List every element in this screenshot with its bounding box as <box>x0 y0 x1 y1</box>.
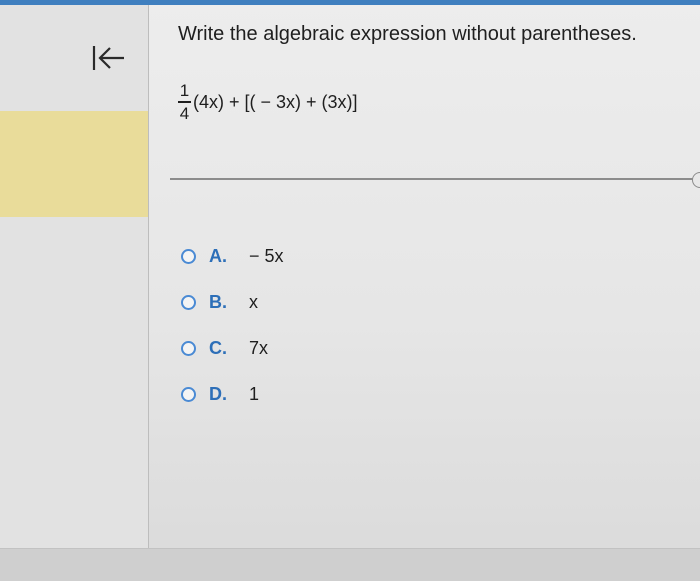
option-letter: D. <box>209 383 227 404</box>
expression-remainder: (4x) + [( − 3x) + (3x)] <box>193 91 358 112</box>
fraction-numerator: 1 <box>179 81 190 101</box>
option-c[interactable]: C. 7x <box>181 336 284 360</box>
option-d[interactable]: D. 1 <box>181 382 284 406</box>
fraction-one-quarter: 1 4 <box>178 82 191 122</box>
first-page-button[interactable] <box>86 42 130 78</box>
option-letter: A. <box>209 245 227 266</box>
fraction-denominator: 4 <box>179 103 190 123</box>
option-letter: B. <box>209 291 227 312</box>
radio-option-a[interactable] <box>181 248 196 264</box>
panel-divider <box>148 5 149 548</box>
left-panel-highlight <box>0 111 148 217</box>
answer-divider <box>170 178 694 180</box>
divider-handle[interactable] <box>692 172 700 188</box>
answer-options: A. − 5x B. x C. 7x D. 1 <box>181 244 284 428</box>
first-page-icon <box>88 43 128 78</box>
option-b[interactable]: B. x <box>181 290 284 314</box>
option-text: x <box>249 291 258 312</box>
bottom-bar <box>0 548 700 581</box>
question-prompt: Write the algebraic expression without p… <box>178 23 637 45</box>
left-nav-panel <box>0 5 148 548</box>
question-screen: Write the algebraic expression without p… <box>0 0 700 581</box>
option-letter: C. <box>209 337 227 358</box>
option-text: 7x <box>249 337 269 358</box>
option-text: − 5x <box>249 245 284 266</box>
option-text: 1 <box>249 383 260 404</box>
radio-option-c[interactable] <box>181 340 196 356</box>
option-a[interactable]: A. − 5x <box>181 244 284 268</box>
radio-option-d[interactable] <box>181 386 196 402</box>
radio-option-b[interactable] <box>181 294 196 310</box>
math-expression: 1 4 (4x) + [( − 3x) + (3x)] <box>178 72 358 132</box>
